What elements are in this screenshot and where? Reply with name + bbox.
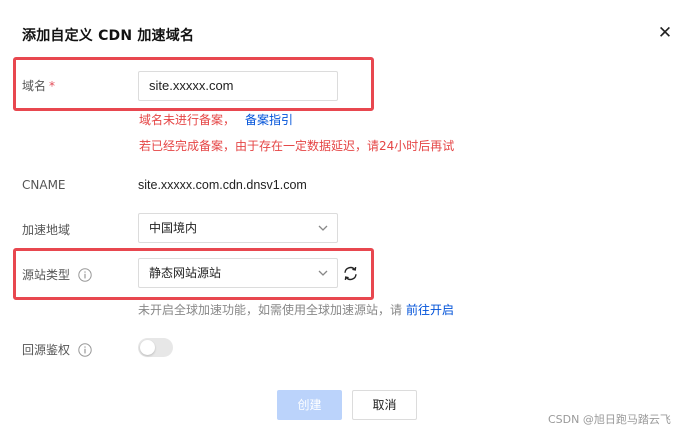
dialog-title: 添加自定义 CDN 加速域名 [22, 28, 195, 44]
cancel-button[interactable]: 取消 [352, 390, 417, 420]
origin-type-highlight-box [13, 248, 374, 300]
region-label: 加速地域 [22, 223, 71, 237]
origin-auth-label: 回源鉴权 [22, 341, 92, 358]
domain-filing-hint: 域名未进行备案， 备案指引 [139, 111, 293, 128]
chevron-down-icon [318, 225, 328, 231]
global-acceleration-hint: 未开启全球加速功能，如需使用全球加速源站，请 前往开启 [138, 301, 454, 318]
origin-auth-toggle[interactable] [138, 338, 173, 357]
filing-delay-hint: 若已经完成备案，由于存在一定数据延迟，请24小时后再试 [139, 139, 455, 153]
close-icon[interactable]: ✕ [656, 24, 674, 42]
domain-highlight-box [13, 57, 374, 111]
filing-guide-link[interactable]: 备案指引 [245, 113, 293, 127]
info-icon[interactable] [78, 343, 92, 357]
add-cdn-domain-dialog: 添加自定义 CDN 加速域名 ✕ 域名 * site.xxxxx.com 域名未进… [0, 0, 691, 434]
watermark: CSDN @旭日跑马踏云飞 [548, 413, 671, 426]
region-select[interactable]: 中国境内 [138, 213, 338, 243]
create-button[interactable]: 创建 [277, 390, 342, 420]
origin-auth-label-text: 回源鉴权 [22, 343, 71, 357]
enable-global-acceleration-link[interactable]: 前往开启 [406, 303, 454, 317]
global-acceleration-hint-text: 未开启全球加速功能，如需使用全球加速源站，请 [138, 303, 403, 317]
region-selected-value: 中国境内 [149, 221, 198, 235]
cname-label: CNAME [22, 178, 66, 192]
toggle-knob [140, 340, 155, 355]
domain-not-filed-text: 域名未进行备案， [139, 113, 236, 127]
cname-value: site.xxxxx.com.cdn.dnsv1.com [138, 178, 307, 192]
